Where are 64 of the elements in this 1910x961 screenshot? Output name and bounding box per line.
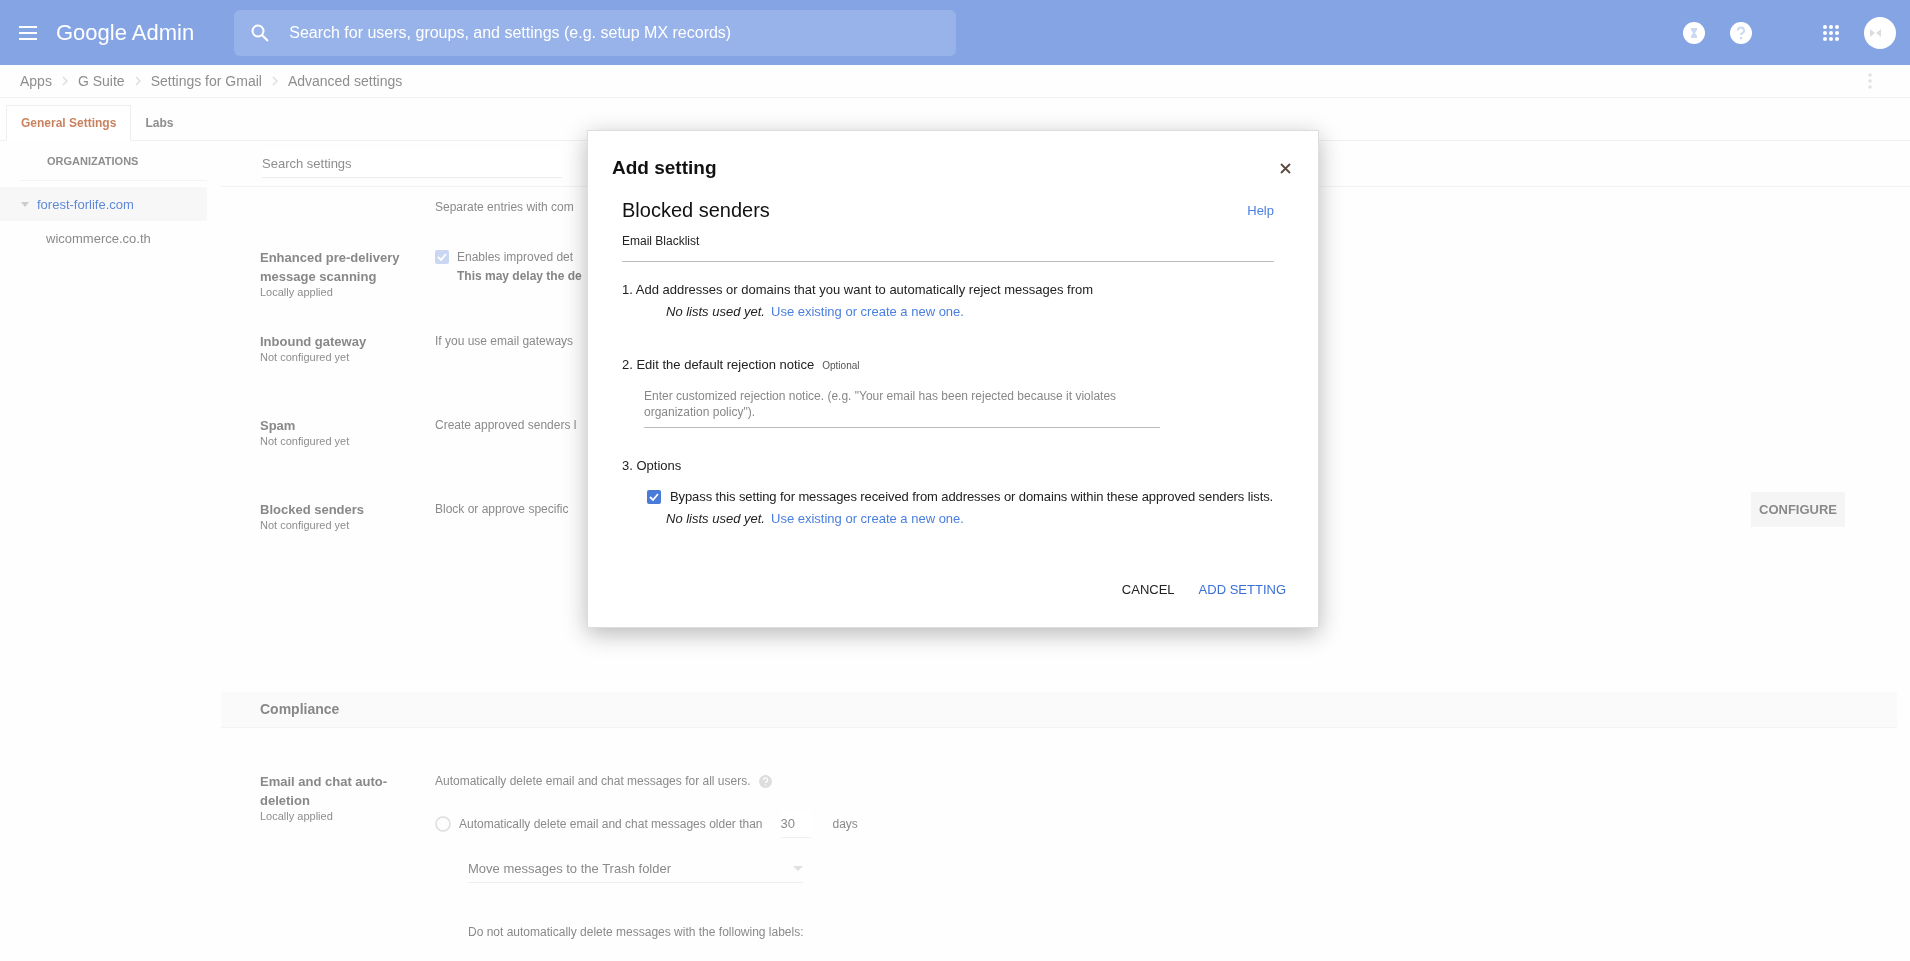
empty-list-note: No lists used yet. [666, 304, 765, 319]
unit-label: days [832, 815, 858, 833]
org-item[interactable]: forest-forlife.com [0, 187, 207, 221]
setting-description: Create approved senders l [435, 417, 577, 434]
caret-down-icon [21, 200, 29, 208]
setting-description: Automatically delete email and chat messages for all users. [435, 773, 751, 790]
breadcrumb-link[interactable]: Apps [20, 73, 52, 89]
setting-status: Not configured yet [260, 351, 351, 363]
dropdown-caret-icon [793, 866, 803, 871]
breadcrumb-link[interactable]: Advanced settings [287, 73, 403, 89]
step-label: 1. Add addresses or domains that you want to automatically reject messages from [622, 282, 1095, 297]
tab[interactable]: Labs [131, 106, 188, 140]
app-logo[interactable]: Google Admin [56, 19, 195, 46]
org-item[interactable]: wicommerce.co.th [0, 221, 207, 255]
setting-note: This may delay the de [457, 268, 582, 285]
setting-status: Not configured yet [260, 519, 351, 531]
setting-name: Enhanced pre-delivery message scanning [260, 249, 400, 286]
setting-name: Inbound gateway [260, 333, 368, 351]
setting-subtitle: Email Blacklist [622, 234, 701, 248]
step-label: 3. Options [622, 458, 683, 473]
help-icon[interactable] [758, 775, 772, 788]
hourglass-icon[interactable] [1683, 21, 1705, 44]
apps-grid-icon[interactable] [1823, 24, 1839, 41]
optional-tag: Optional [822, 360, 860, 371]
dialog-title: Add setting [612, 157, 717, 179]
help-icon[interactable] [1730, 21, 1752, 44]
setting-name: Spam [260, 417, 297, 435]
list-link[interactable]: Use existing or create a new one. [771, 511, 964, 526]
setting-description: Block or approve specific [435, 501, 569, 518]
checkbox-label: Bypass this setting for messages received from addresses or domains within these approved senders lists. [670, 489, 1274, 504]
radio-button[interactable] [435, 816, 451, 832]
sidebar-heading: ORGANIZATIONS [20, 141, 207, 181]
breadcrumb-link[interactable]: Settings for Gmail [150, 73, 262, 89]
list-link[interactable]: Use existing or create a new one. [771, 304, 964, 319]
tab[interactable]: General Settings [6, 105, 132, 141]
empty-list-note: No lists used yet. [666, 511, 765, 526]
step-label: 2. Edit the default rejection notice [622, 357, 815, 372]
setting-status: Not configured yet [260, 435, 351, 447]
search-icon [251, 23, 270, 42]
setting-name: Email and chat auto-deletion [260, 773, 389, 810]
checkbox-checked[interactable] [647, 489, 661, 504]
org-name: forest-forlife.com [37, 196, 134, 212]
org-name: wicommerce.co.th [46, 230, 151, 246]
setting-description: If you use email gateways [435, 333, 574, 350]
setting-description: Enables improved det [457, 249, 575, 266]
help-link[interactable]: Help [1247, 203, 1274, 218]
chevron-right-icon [133, 76, 142, 86]
chevron-right-icon [60, 76, 69, 86]
configure-button[interactable]: CONFIGURE [1751, 492, 1845, 527]
close-icon[interactable] [1280, 162, 1291, 174]
setting-description: Separate entries with com [435, 199, 574, 216]
setting-status: Locally applied [260, 810, 334, 822]
labels-note: Do not automatically delete messages with the following labels: [468, 924, 805, 941]
setting-name: Blocked senders [260, 501, 366, 519]
checkbox-checked[interactable] [435, 250, 449, 264]
setting-status: Locally applied [260, 286, 334, 298]
radio-label: Automatically delete email and chat messages older than [459, 815, 763, 833]
avatar[interactable] [1864, 16, 1896, 49]
menu-icon[interactable] [19, 25, 37, 40]
chevron-right-icon [270, 76, 279, 86]
breadcrumb-link[interactable]: G Suite [77, 73, 125, 89]
setting-title: Blocked senders [622, 199, 770, 222]
trash-dropdown[interactable]: Move messages to the Trash folder [468, 855, 803, 883]
section-header: Compliance [221, 692, 1897, 728]
